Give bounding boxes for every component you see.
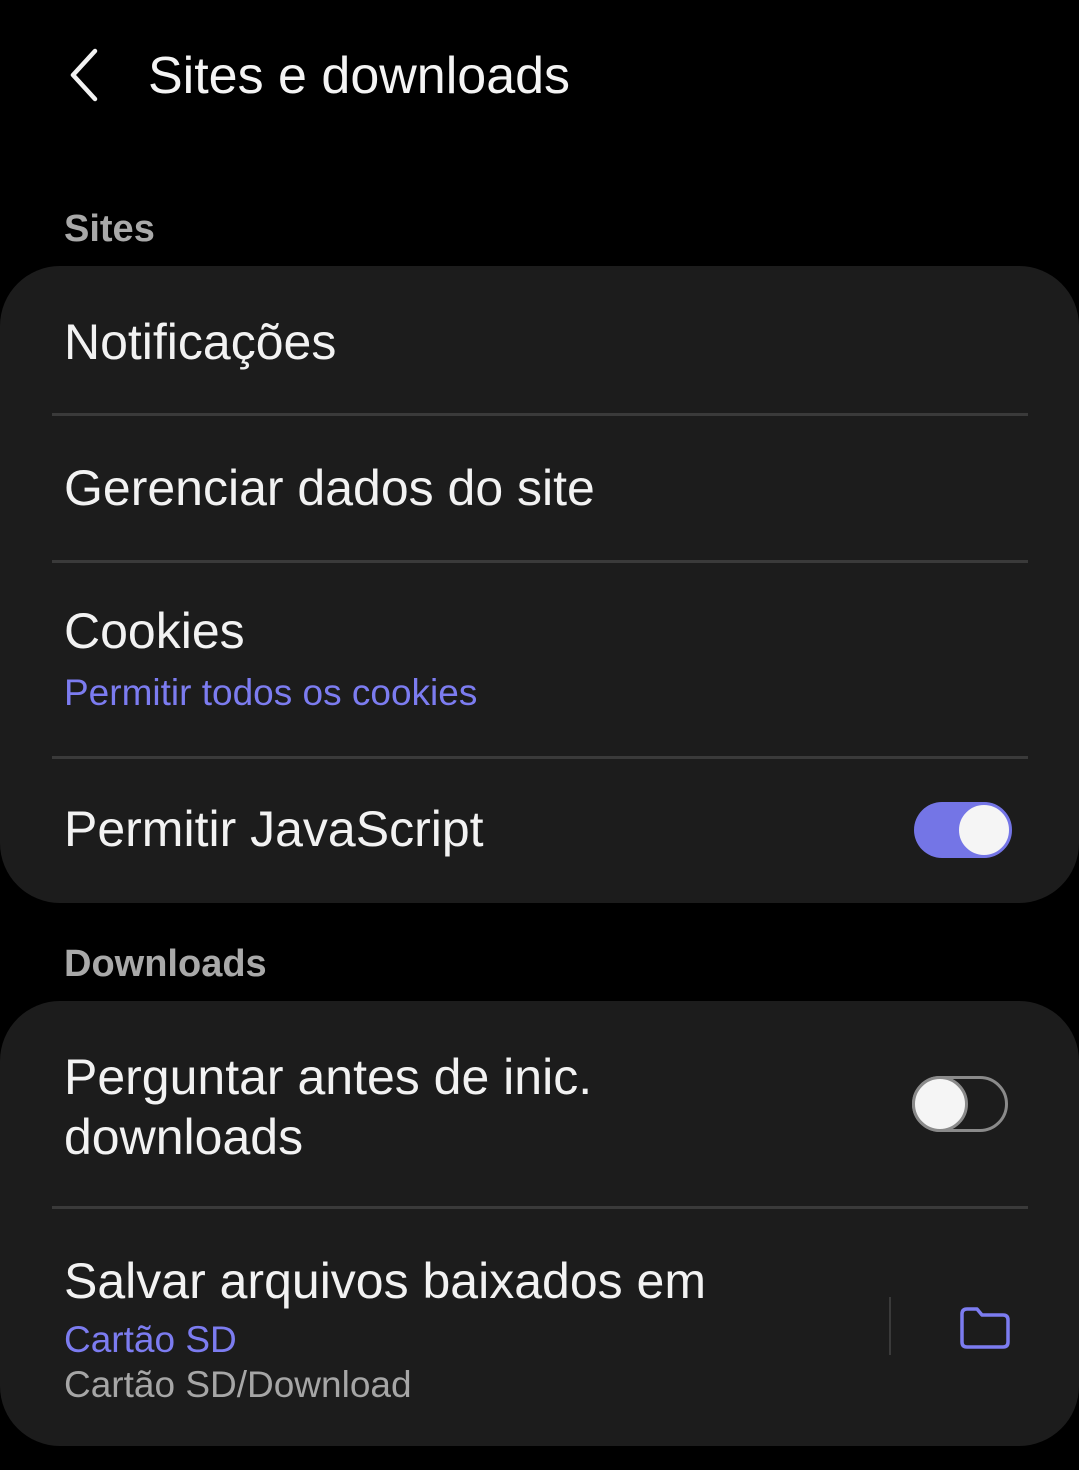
manage-site-data-item[interactable]: Gerenciar dados do site	[0, 416, 1079, 561]
sites-card: Notificações Gerenciar dados do site Coo…	[0, 266, 1079, 903]
folder-icon	[960, 1307, 1010, 1349]
cookies-item[interactable]: Cookies Permitir todos os cookies	[0, 563, 1079, 756]
back-button[interactable]	[50, 38, 120, 112]
ask-before-download-toggle[interactable]	[912, 1076, 1008, 1132]
javascript-toggle[interactable]	[914, 802, 1012, 858]
ask-before-download-title-line1: Perguntar antes de inic.	[64, 1049, 593, 1105]
javascript-title: Permitir JavaScript	[64, 801, 484, 857]
ask-before-download-item[interactable]: Perguntar antes de inic. downloads	[0, 1001, 1079, 1206]
ask-before-download-title-line2: downloads	[64, 1109, 304, 1165]
notifications-title: Notificações	[64, 314, 337, 370]
chevron-left-icon	[70, 48, 98, 102]
javascript-item[interactable]: Permitir JavaScript	[0, 759, 1079, 903]
toggle-knob	[956, 802, 1012, 858]
save-location-value: Cartão SD	[64, 1319, 237, 1360]
cookies-subtitle: Permitir todos os cookies	[64, 672, 478, 713]
manage-site-data-title: Gerenciar dados do site	[64, 460, 595, 516]
app-header: Sites e downloads	[0, 0, 1079, 150]
save-location-item[interactable]: Salvar arquivos baixados em Cartão SD Ca…	[0, 1209, 1079, 1446]
save-location-title: Salvar arquivos baixados em	[64, 1253, 706, 1309]
cookies-title: Cookies	[64, 603, 245, 659]
section-label-downloads: Downloads	[64, 943, 267, 985]
section-label-sites: Sites	[64, 208, 155, 250]
toggle-knob	[912, 1076, 968, 1132]
vertical-divider	[889, 1297, 891, 1355]
page-title: Sites e downloads	[148, 47, 571, 105]
notifications-item[interactable]: Notificações	[0, 266, 1079, 414]
folder-button[interactable]	[940, 1283, 1030, 1373]
downloads-card: Perguntar antes de inic. downloads Salva…	[0, 1001, 1079, 1446]
save-location-path: Cartão SD/Download	[64, 1364, 412, 1405]
